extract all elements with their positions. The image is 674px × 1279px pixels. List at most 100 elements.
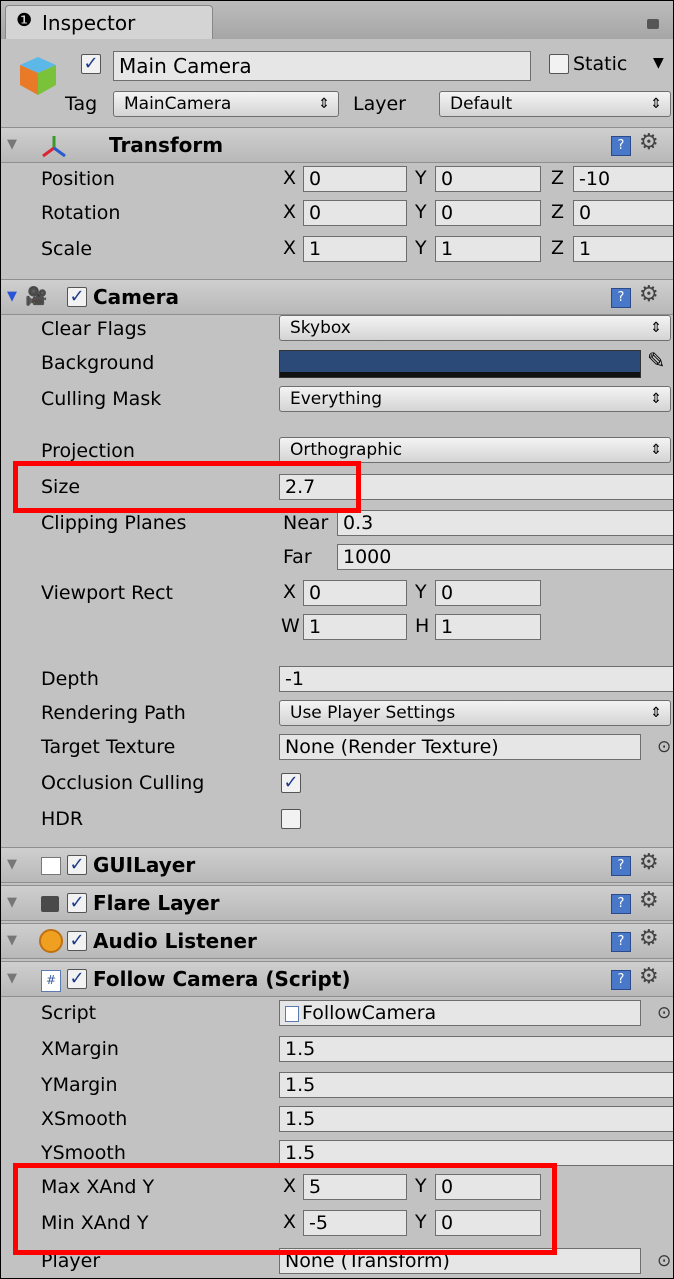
foldout-arrow-icon[interactable]: ▼ — [7, 971, 17, 986]
axis-h-label[interactable]: H — [415, 615, 429, 637]
layer-dropdown[interactable]: Default ⇕ — [439, 91, 671, 117]
script-field[interactable]: FollowCamera — [279, 1000, 641, 1026]
static-checkbox[interactable] — [549, 54, 569, 74]
culling-mask-dropdown[interactable]: Everything ⇕ — [279, 386, 671, 412]
target-texture-field[interactable]: None (Render Texture) — [279, 734, 641, 760]
axis-y-label[interactable]: Y — [415, 581, 427, 603]
flare-layer-enabled-checkbox[interactable]: ✓ — [67, 893, 87, 913]
follow-camera-header[interactable]: ▼ # ✓ Follow Camera (Script) ? ⚙ — [1, 961, 673, 997]
help-icon[interactable]: ? — [611, 894, 631, 914]
xmargin-field[interactable]: 1.5 — [279, 1036, 673, 1062]
object-picker-icon[interactable]: ⊙ — [657, 1003, 671, 1023]
clipping-far-row: Far 1000 — [1, 541, 673, 575]
scale-y-field[interactable]: 1 — [435, 236, 541, 262]
help-icon[interactable]: ? — [611, 932, 631, 952]
transform-title: Transform — [109, 133, 224, 157]
object-name-field[interactable]: Main Camera — [113, 51, 531, 81]
culling-mask-row: Culling Mask Everything ⇕ — [1, 383, 673, 417]
viewport-h-field[interactable]: 1 — [435, 614, 541, 640]
tab-inspector[interactable]: ❶ Inspector — [5, 5, 213, 40]
gear-icon[interactable]: ⚙ — [639, 964, 659, 989]
hdr-label: HDR — [41, 808, 84, 830]
projection-dropdown[interactable]: Orthographic ⇕ — [279, 437, 671, 463]
gear-icon[interactable]: ⚙ — [639, 850, 659, 875]
object-picker-icon[interactable]: ⊙ — [657, 737, 671, 757]
axis-z-label[interactable]: Z — [551, 237, 564, 259]
clipping-planes-label: Clipping Planes — [41, 512, 187, 534]
viewport-w-field[interactable]: 1 — [303, 614, 407, 640]
occlusion-culling-row: Occlusion Culling ✓ — [1, 767, 673, 801]
foldout-arrow-icon[interactable]: ▼ — [7, 289, 17, 304]
active-checkbox[interactable]: ✓ — [81, 54, 101, 74]
background-color-swatch[interactable] — [279, 350, 641, 378]
tab-bar: ❶ Inspector — [1, 1, 673, 40]
help-icon[interactable]: ? — [611, 288, 631, 308]
rendering-path-label: Rendering Path — [41, 702, 186, 724]
eyedropper-icon[interactable]: ✎ — [647, 349, 665, 374]
axis-w-label[interactable]: W — [281, 615, 300, 637]
foldout-arrow-icon[interactable]: ▼ — [7, 857, 17, 872]
rotation-x-field[interactable]: 0 — [303, 200, 407, 226]
help-icon[interactable]: ? — [611, 970, 631, 990]
object-picker-icon[interactable]: ⊙ — [657, 1251, 671, 1271]
hdr-checkbox[interactable] — [281, 809, 301, 829]
lock-icon[interactable] — [647, 19, 659, 29]
near-field[interactable]: 0.3 — [337, 510, 673, 536]
axis-x-label[interactable]: X — [283, 581, 296, 603]
axis-x-label[interactable]: X — [283, 167, 296, 189]
axis-y-label[interactable]: Y — [415, 167, 427, 189]
static-dropdown-icon[interactable]: ▼ — [653, 55, 664, 71]
rendering-path-dropdown[interactable]: Use Player Settings ⇕ — [279, 700, 671, 726]
audio-listener-header[interactable]: ▼ ✓ Audio Listener ? ⚙ — [1, 923, 673, 959]
axis-y-label[interactable]: Y — [415, 201, 427, 223]
viewport-x-field[interactable]: 0 — [303, 580, 407, 606]
position-x-field[interactable]: 0 — [303, 166, 407, 192]
foldout-arrow-icon[interactable]: ▼ — [7, 895, 17, 910]
guilayer-title: GUILayer — [93, 853, 196, 877]
clear-flags-dropdown[interactable]: Skybox ⇕ — [279, 315, 671, 341]
axis-x-label[interactable]: X — [283, 201, 296, 223]
tag-dropdown[interactable]: MainCamera ⇕ — [113, 91, 339, 117]
camera-title: Camera — [93, 285, 179, 309]
gear-icon[interactable]: ⚙ — [639, 888, 659, 913]
flare-layer-header[interactable]: ▼ ✓ Flare Layer ? ⚙ — [1, 885, 673, 921]
viewport-y-field[interactable]: 0 — [435, 580, 541, 606]
position-z-field[interactable]: -10 — [573, 166, 673, 192]
far-field[interactable]: 1000 — [337, 544, 673, 570]
help-icon[interactable]: ? — [611, 856, 631, 876]
gear-icon[interactable]: ⚙ — [639, 926, 659, 951]
xmargin-label: XMargin — [41, 1038, 119, 1060]
scale-z-field[interactable]: 1 — [573, 236, 673, 262]
gear-icon[interactable]: ⚙ — [639, 282, 659, 307]
ymargin-field[interactable]: 1.5 — [279, 1072, 673, 1098]
occlusion-culling-checkbox[interactable]: ✓ — [281, 773, 301, 793]
guilayer-enabled-checkbox[interactable]: ✓ — [67, 855, 87, 875]
guilayer-header[interactable]: ▼ ✓ GUILayer ? ⚙ — [1, 847, 673, 883]
rotation-label: Rotation — [41, 202, 121, 224]
camera-enabled-checkbox[interactable]: ✓ — [67, 287, 87, 307]
axis-z-label[interactable]: Z — [551, 201, 564, 223]
axis-z-label[interactable]: Z — [551, 167, 564, 189]
near-label[interactable]: Near — [283, 512, 328, 534]
dropdown-arrow-icon: ⇕ — [650, 320, 662, 336]
ymargin-row: YMargin 1.5 — [1, 1069, 673, 1103]
xsmooth-field[interactable]: 1.5 — [279, 1106, 673, 1132]
axis-y-label[interactable]: Y — [415, 237, 427, 259]
rotation-z-field[interactable]: 0 — [573, 200, 673, 226]
axis-x-label[interactable]: X — [283, 237, 296, 259]
transform-header[interactable]: ▼ Transform ? ⚙ — [1, 127, 673, 163]
depth-field[interactable]: -1 — [279, 666, 673, 692]
gear-icon[interactable]: ⚙ — [639, 130, 659, 155]
help-icon[interactable]: ? — [611, 136, 631, 156]
foldout-arrow-icon[interactable]: ▼ — [7, 137, 17, 152]
camera-header[interactable]: ▼ 🎥 ✓ Camera ? ⚙ — [1, 279, 673, 315]
rotation-y-field[interactable]: 0 — [435, 200, 541, 226]
scale-x-field[interactable]: 1 — [303, 236, 407, 262]
far-label[interactable]: Far — [283, 546, 312, 568]
foldout-arrow-icon[interactable]: ▼ — [7, 933, 17, 948]
position-y-field[interactable]: 0 — [435, 166, 541, 192]
cube-icon — [17, 53, 59, 99]
follow-camera-enabled-checkbox[interactable]: ✓ — [67, 969, 87, 989]
audio-listener-enabled-checkbox[interactable]: ✓ — [67, 931, 87, 951]
highlight-size-annotation — [13, 461, 361, 513]
